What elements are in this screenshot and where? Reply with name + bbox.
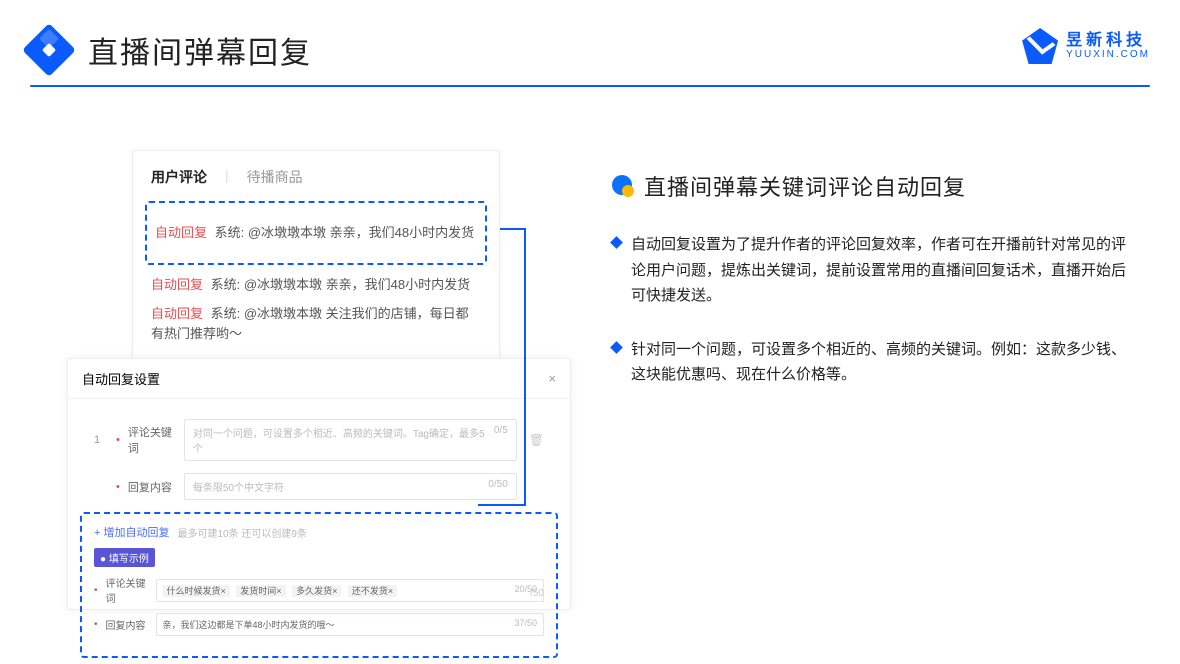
chip-1: 什么时候发货× (163, 585, 230, 597)
reply-row: • 回复内容 每条限50个中文字符 0/50 🗑 (94, 473, 544, 500)
dialog-title: 自动回复设置 (82, 369, 160, 388)
reply-input[interactable]: 每条限50个中文字符 0/50 (184, 473, 517, 500)
chip-4: 还不发货× (348, 585, 397, 597)
comment-row-2: 自动回复 系统: @冰墩墩本墩 亲亲，我们48小时内发货 (151, 275, 481, 295)
brand-name-en: YUUXIN.COM (1066, 49, 1150, 60)
page-header: 直播间弹幕回复 (30, 28, 1150, 72)
example-reply-row: • 回复内容 亲，我们这边都是下单48小时内发货的哦～ 37/50 (94, 613, 544, 636)
tab-user-comments[interactable]: 用户评论 (151, 167, 207, 187)
label-reply: 回复内容 (128, 479, 176, 495)
keyword-input[interactable]: 对同一个问题，可设置多个相近、高频的关键词。Tag确定，最多5个 0/5 (184, 419, 517, 461)
comment-row-3: 自动回复 系统: @冰墩墩本墩 关注我们的店铺，每日都有热门推荐哟～ (151, 304, 481, 343)
tail-count: /50 (530, 588, 544, 599)
example-reply-field: 亲，我们这边都是下单48小时内发货的哦～ 37/50 (156, 613, 544, 636)
description-panel: 直播间弹幕关键词评论自动回复 自动回复设置为了提升作者的评论回复效率，作者可在开… (612, 170, 1132, 416)
comments-tabs: 用户评论 | 待播商品 (151, 167, 481, 187)
example-highlight-box: + 增加自动回复 最多可建10条 还可以创建9条 ● 填写示例 • 评论关键词 … (80, 512, 558, 658)
diamond-icon (610, 236, 623, 249)
section-icon (612, 175, 634, 197)
example-keyword-row: • 评论关键词 什么时候发货× 发货时间× 多久发货× 还不发货× 20/50 (94, 575, 544, 605)
row-index: 1 (94, 434, 108, 446)
bullet-point-2: 针对同一个问题，可设置多个相近的、高频的关键词。例如：这款多少钱、这块能优惠吗、… (612, 337, 1132, 388)
brand-name-cn: 昱新科技 (1066, 32, 1150, 50)
keyword-row: 1 • 评论关键词 对同一个问题，可设置多个相近、高频的关键词。Tag确定，最多… (94, 419, 544, 461)
required-icon: • (116, 434, 120, 446)
tab-separator: | (225, 167, 229, 187)
close-icon[interactable]: × (548, 371, 556, 386)
example-keyword-field: 什么时候发货× 发货时间× 多久发货× 还不发货× 20/50 (156, 579, 544, 602)
diamond-icon (610, 341, 623, 354)
comments-panel: 用户评论 | 待播商品 自动回复 系统: @冰墩墩本墩 亲亲，我们48小时内发货… (132, 150, 500, 372)
example-badge: ● 填写示例 (94, 548, 155, 567)
label-keyword: 评论关键词 (128, 424, 176, 456)
chip-2: 发货时间× (236, 585, 285, 597)
brand-logo: 昱新科技 YUUXIN.COM (1022, 28, 1150, 64)
auto-reply-tag: 自动回复 (155, 225, 207, 240)
connector-line (524, 228, 526, 504)
bullet-point-1: 自动回复设置为了提升作者的评论回复效率，作者可在开播前针对常见的评论用户问题，提… (612, 232, 1132, 309)
add-auto-reply-link[interactable]: + 增加自动回复 最多可建10条 还可以创建9条 (94, 524, 544, 540)
highlighted-comment: 自动回复 系统: @冰墩墩本墩 亲亲，我们48小时内发货 (145, 201, 487, 265)
connector-line (500, 228, 526, 230)
header-divider (30, 85, 1150, 87)
tab-pending-goods[interactable]: 待播商品 (247, 167, 303, 187)
comment-text-1: 系统: @冰墩墩本墩 亲亲，我们48小时内发货 (215, 225, 475, 240)
page-title: 直播间弹幕回复 (88, 28, 312, 72)
section-title: 直播间弹幕关键词评论自动回复 (612, 170, 1132, 202)
chip-3: 多久发货× (292, 585, 341, 597)
cube-icon (22, 23, 76, 77)
connector-line (478, 504, 526, 506)
brand-icon (1022, 28, 1058, 64)
delete-icon[interactable]: 🗑 (529, 433, 544, 447)
dialog-header: 自动回复设置 × (68, 359, 570, 399)
auto-reply-settings-dialog: 自动回复设置 × 1 • 评论关键词 对同一个问题，可设置多个相近、高频的关键词… (67, 358, 571, 610)
